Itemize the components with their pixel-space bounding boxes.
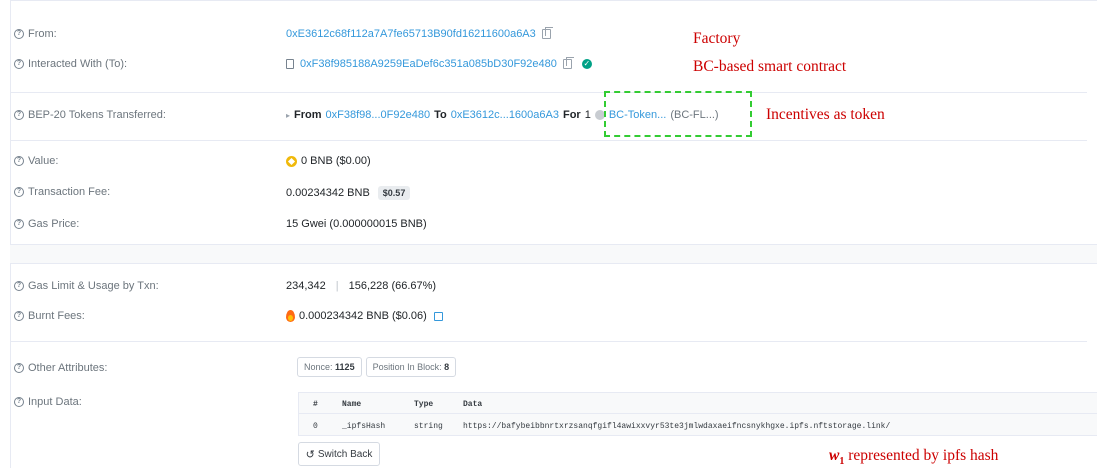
burnt-value: 0.000234342 BNB ($0.06) <box>286 310 443 322</box>
token-for-word: For <box>562 109 581 121</box>
burnt-text: 0.000234342 BNB ($0.06) <box>299 310 427 322</box>
table-divider <box>299 413 1097 414</box>
gas-limit-label: Gas Limit & Usage by Txn: <box>28 280 159 292</box>
burnt-label: Burnt Fees: <box>28 310 85 322</box>
other-label: Other Attributes: <box>28 362 108 374</box>
gas-price-text: 15 Gwei (0.000000015 BNB) <box>286 218 427 230</box>
fire-icon <box>286 310 295 322</box>
gas-limit-label-wrap: ? Gas Limit & Usage by Txn: <box>14 280 159 292</box>
token-from-address-link[interactable]: 0xF38f98...0F92e480 <box>326 109 431 121</box>
value-text: 0 BNB ($0.00) <box>301 155 371 167</box>
incentives-highlight-box <box>604 91 752 137</box>
token-amount: 1 <box>584 109 591 121</box>
divider <box>10 341 1087 342</box>
col-header-data: Data <box>463 400 483 409</box>
question-icon: ? <box>14 219 24 229</box>
caret-right-icon: ▸ <box>286 110 291 120</box>
tokens-label: BEP-20 Tokens Transferred: <box>28 109 166 121</box>
divider <box>10 92 1087 93</box>
interacted-address-link[interactable]: 0xF38f985188A9259EaDef6c351a085bD30F92e4… <box>300 58 557 70</box>
fee-label-wrap: ? Transaction Fee: <box>14 186 110 198</box>
annotation-contract: BC-based smart contract <box>693 58 847 75</box>
fee-text: 0.00234342 BNB <box>286 187 370 199</box>
question-icon: ? <box>14 110 24 120</box>
w1-text: represented by ipfs hash <box>848 447 999 464</box>
external-link-icon[interactable] <box>433 311 443 321</box>
contract-doc-icon <box>286 59 294 69</box>
burnt-label-wrap: ? Burnt Fees: <box>14 310 85 322</box>
question-icon: ? <box>14 59 24 69</box>
from-label-wrap: ? From: <box>14 28 57 40</box>
token-to-word: To <box>434 109 447 121</box>
position-pill: Position In Block: 8 <box>365 357 457 377</box>
input-data-table: # Name Type Data 0 _ipfsHash string http… <box>298 392 1097 436</box>
col-header-index: # <box>313 400 318 409</box>
question-icon: ? <box>14 363 24 373</box>
other-label-wrap: ? Other Attributes: <box>14 362 107 374</box>
value-label: Value: <box>28 155 59 167</box>
gas-limit-text: 234,342 <box>286 280 326 292</box>
question-icon: ? <box>14 281 24 291</box>
w1-symbol: w <box>829 447 840 464</box>
question-icon: ? <box>14 311 24 321</box>
from-address-link[interactable]: 0xE3612c68f112a7A7fe65713B90fd16211600a6… <box>286 28 536 40</box>
question-icon: ? <box>14 156 24 166</box>
switch-back-button[interactable]: ↺ Switch Back <box>298 442 380 466</box>
question-icon: ? <box>14 187 24 197</box>
interacted-label-wrap: ? Interacted With (To): <box>14 58 127 70</box>
cell-name: _ipfsHash <box>342 422 386 431</box>
gas-price-label: Gas Price: <box>28 218 80 230</box>
gas-divider: | <box>335 280 339 292</box>
annotation-factory: Factory <box>693 30 741 47</box>
fee-label: Transaction Fee: <box>28 186 111 198</box>
verified-check-icon: ✓ <box>581 59 592 69</box>
switch-back-label: Switch Back <box>317 448 373 460</box>
col-header-type: Type <box>414 400 434 409</box>
divider <box>10 140 1087 141</box>
gas-limit-value: 234,342 | 156,228 (66.67%) <box>286 280 436 292</box>
token-to-address-link[interactable]: 0xE3612c...1600a6A3 <box>451 109 559 121</box>
w1-subscript: 1 <box>839 456 845 468</box>
interacted-label: Interacted With (To): <box>28 58 128 70</box>
input-label: Input Data: <box>28 396 82 408</box>
other-value: Nonce: 1125 Position In Block: 8 <box>297 357 457 377</box>
value-label-wrap: ? Value: <box>14 155 58 167</box>
cell-type: string <box>414 422 443 431</box>
from-value: 0xE3612c68f112a7A7fe65713B90fd16211600a6… <box>286 27 553 40</box>
cell-data: https://bafybeibbnrtxrzsanqfgifl4awixxvy… <box>463 422 891 431</box>
gas-usage-text: 156,228 (66.67%) <box>348 280 437 292</box>
gas-price-label-wrap: ? Gas Price: <box>14 218 79 230</box>
input-label-wrap: ? Input Data: <box>14 396 82 408</box>
token-from-word: From <box>294 109 322 121</box>
annotation-incentives: Incentives as token <box>766 106 885 123</box>
question-icon: ? <box>14 397 24 407</box>
question-icon: ? <box>14 29 24 39</box>
nonce-pill: Nonce: 1125 <box>297 357 362 377</box>
section-divider-band <box>10 244 1097 264</box>
fee-usd-badge: $0.57 <box>377 186 411 200</box>
switch-back-icon: ↺ <box>305 448 315 461</box>
position-value: 8 <box>444 362 450 372</box>
nonce-label: Nonce: <box>304 362 333 372</box>
bnb-coin-icon <box>286 155 297 167</box>
value-value: 0 BNB ($0.00) <box>286 155 371 167</box>
copy-icon[interactable] <box>562 57 574 69</box>
copy-icon[interactable] <box>541 27 553 39</box>
cell-index: 0 <box>313 422 318 431</box>
nonce-value: 1125 <box>335 362 355 372</box>
annotation-w1: w1 represented by ipfs hash <box>829 447 998 467</box>
position-label: Position In Block: <box>372 362 442 372</box>
interacted-value: 0xF38f985188A9259EaDef6c351a085bD30F92e4… <box>286 57 592 70</box>
col-header-name: Name <box>342 400 362 409</box>
gas-price-value: 15 Gwei (0.000000015 BNB) <box>286 218 427 230</box>
from-label: From: <box>28 28 57 40</box>
fee-value: 0.00234342 BNB $0.57 <box>286 186 411 200</box>
tokens-label-wrap: ? BEP-20 Tokens Transferred: <box>14 109 166 121</box>
